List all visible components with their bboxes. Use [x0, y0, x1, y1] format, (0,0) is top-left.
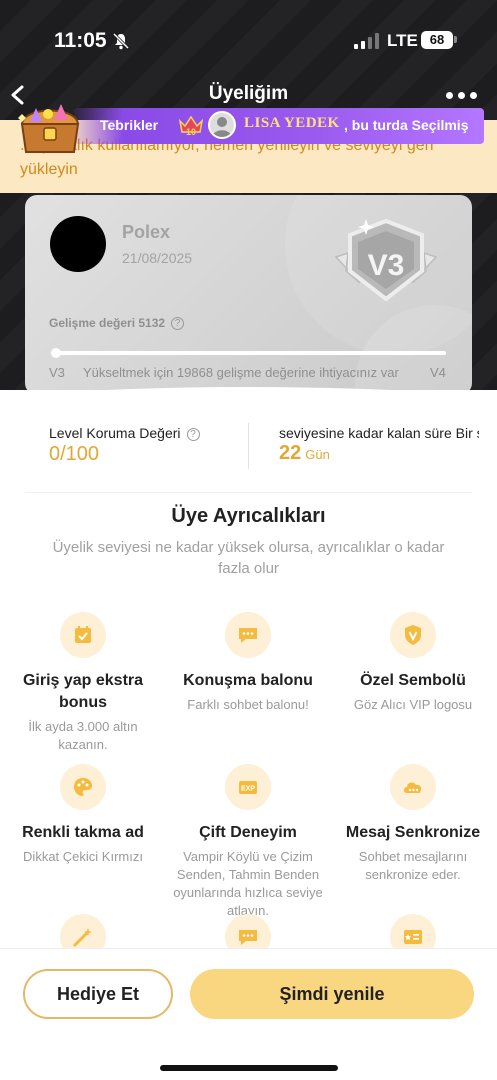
- banner-badge-number: 10: [186, 127, 196, 137]
- renew-button[interactable]: Şimdi yenile: [190, 969, 474, 1019]
- bell-muted-icon: [112, 32, 130, 50]
- upgrade-hint: Yükseltmek için 19868 gelişme değerine i…: [83, 365, 399, 380]
- perk-message-sync[interactable]: Mesaj Senkronize Sohbet mesajlarını senk…: [333, 764, 493, 884]
- home-indicator[interactable]: [160, 1065, 338, 1071]
- protection-value: 0/100: [49, 443, 100, 465]
- perk-desc: İlk ayda 3.000 altın kazanın.: [28, 719, 138, 752]
- battery-icon: 68: [421, 31, 453, 49]
- chat-bubble-icon: [225, 612, 271, 658]
- banner-prefix: Tebrikler: [100, 117, 159, 133]
- treasure-chest-icon: [18, 104, 80, 153]
- growth-value-text: Gelişme değeri 5132: [49, 316, 166, 330]
- remaining-unit: Gün: [305, 447, 330, 462]
- help-icon[interactable]: ?: [186, 428, 200, 441]
- battery-level: 68: [429, 32, 445, 47]
- perk-desc: Sohbet mesajlarını senkronize eder.: [358, 849, 468, 882]
- perk-chat-bubble[interactable]: Konuşma balonu Farklı sohbet balonu!: [168, 612, 328, 714]
- banner-strip: Tebrikler 10 LISA YEDEK , bu turda Seçil…: [74, 108, 484, 144]
- status-bar: 11:05 LTE 68: [0, 0, 497, 80]
- battery-cap: [454, 36, 457, 43]
- calendar-check-icon: [60, 612, 106, 658]
- cloud-chat-icon: [390, 764, 436, 810]
- exp-card-icon: EXP: [225, 764, 271, 810]
- perk-name: Çift Deneyim: [199, 824, 297, 841]
- divider: [25, 492, 472, 493]
- member-card: Polex 21/08/2025 V3 Gelişme değeri 5132?…: [25, 195, 472, 395]
- card-username: Polex: [122, 222, 171, 242]
- footer-bar: Hediye Et Şimdi yenile: [0, 948, 497, 1080]
- avatar[interactable]: [50, 216, 106, 272]
- v3-level-badge-icon: V3: [334, 218, 438, 302]
- privileges-title: Üye Ayrıcalıkları: [171, 505, 326, 527]
- growth-progress-knob: [51, 348, 61, 358]
- perk-desc: Göz Alıcı VIP logosu: [353, 697, 473, 712]
- banner-avatar: [208, 111, 236, 139]
- perk-name: Konuşma balonu: [183, 672, 313, 689]
- perk-name: Giriş yap ekstra bonus: [22, 672, 144, 711]
- signal-icon: [354, 33, 380, 49]
- remaining-time-stat: seviyesine kadar kalan süre Bir s 22 Gün: [279, 425, 479, 465]
- perk-colored-nickname[interactable]: Renkli takma ad Dikkat Çekici Kırmızı: [3, 764, 163, 866]
- vip-shield-icon: [390, 612, 436, 658]
- protection-label: Level Koruma Değeri?: [49, 425, 200, 441]
- level-from: V3: [49, 365, 65, 380]
- perk-name: Özel Sembolü: [360, 672, 466, 689]
- perk-desc: Dikkat Çekici Kırmızı: [23, 849, 143, 864]
- perk-checkin-bonus[interactable]: Giriş yap ekstra bonus İlk ayda 3.000 al…: [3, 612, 163, 754]
- perk-double-exp[interactable]: EXP Çift Deneyim Vampir Köylü ve Çizim S…: [168, 764, 328, 920]
- level-protection-stat: Level Koruma Değeri? 0/100: [49, 425, 200, 466]
- privileges-subtitle: Üyelik seviyesi ne kadar yüksek olursa, …: [52, 539, 445, 577]
- growth-progress-bar: [53, 351, 446, 355]
- crown-badge-icon: 10: [178, 115, 204, 137]
- level-badge-text: V3: [368, 249, 405, 282]
- winner-banner[interactable]: Tebrikler 10 LISA YEDEK , bu turda Seçil…: [14, 98, 484, 156]
- level-to: V4: [430, 365, 446, 380]
- growth-value-label: Gelişme değeri 5132?: [49, 316, 185, 330]
- banner-winner-name: LISA YEDEK: [244, 115, 340, 131]
- remaining-label: seviyesine kadar kalan süre Bir s: [279, 425, 479, 441]
- gift-button[interactable]: Hediye Et: [23, 969, 173, 1019]
- protection-label-text: Level Koruma Değeri: [49, 425, 181, 441]
- palette-icon: [60, 764, 106, 810]
- stat-divider: [248, 423, 249, 469]
- perk-name: Renkli takma ad: [22, 824, 144, 841]
- remaining-days: 22: [279, 442, 302, 464]
- svg-text:EXP: EXP: [241, 786, 255, 793]
- help-icon[interactable]: ?: [171, 317, 185, 330]
- perk-desc: Vampir Köylü ve Çizim Senden, Tahmin Ben…: [173, 849, 323, 918]
- perk-name: Mesaj Senkronize: [345, 824, 481, 841]
- card-date: 21/08/2025: [122, 250, 193, 266]
- perk-desc: Farklı sohbet balonu!: [187, 697, 309, 712]
- network-type: LTE: [387, 31, 418, 50]
- perk-vip-symbol[interactable]: Özel Sembolü Göz Alıcı VIP logosu: [333, 612, 493, 714]
- banner-suffix: , bu turda Seçilmiş: [344, 117, 469, 133]
- status-time: 11:05: [54, 29, 107, 52]
